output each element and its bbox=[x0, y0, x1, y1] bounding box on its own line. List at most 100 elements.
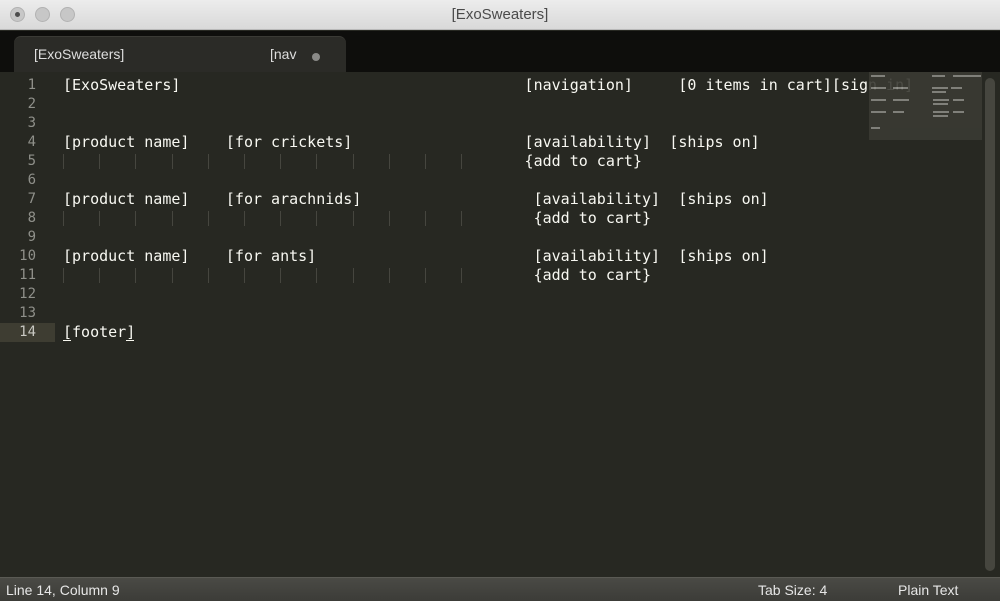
code-text[interactable]: [footer] bbox=[63, 323, 135, 342]
editor-area[interactable]: 1 2 3 4 5 6 7 8 9 10 11 12 13 14 [ExoSweaters] [naviga… bbox=[0, 72, 1000, 577]
minimap-line bbox=[933, 111, 949, 113]
indent-guide bbox=[207, 154, 209, 169]
vertical-scrollbar[interactable] bbox=[985, 78, 995, 573]
indent-guide bbox=[135, 154, 137, 169]
bracket-match-underline bbox=[126, 340, 135, 341]
code-text[interactable]: [ships on] bbox=[669, 133, 759, 152]
minimap-line bbox=[932, 75, 946, 77]
line-number: 9 bbox=[27, 229, 36, 245]
line-number: 8 bbox=[27, 210, 36, 226]
minimap-line bbox=[933, 103, 948, 105]
indent-guide bbox=[316, 211, 318, 226]
scrollbar-thumb[interactable] bbox=[985, 78, 995, 571]
line-number: 4 bbox=[27, 134, 36, 150]
indent-guide bbox=[352, 268, 354, 283]
indent-guide bbox=[171, 211, 173, 226]
cursor-position: Line 14, Column 9 bbox=[6, 582, 120, 598]
indent-guide bbox=[244, 268, 245, 283]
minimap-line bbox=[933, 115, 948, 117]
indent-guide bbox=[280, 211, 282, 226]
minimap-line bbox=[952, 99, 964, 101]
indent-guide bbox=[461, 211, 463, 226]
code-text[interactable]: [availability] bbox=[534, 247, 660, 266]
indent-guide bbox=[99, 154, 101, 169]
minimap-line bbox=[951, 87, 963, 89]
line-number: 7 bbox=[27, 191, 36, 207]
minimap-line bbox=[871, 127, 880, 129]
minimap-line bbox=[952, 111, 964, 113]
code-text[interactable]: [product name] bbox=[63, 247, 189, 266]
indent-guide bbox=[388, 268, 390, 283]
indent-guide bbox=[135, 211, 137, 226]
tab-label-secondary: [nav bbox=[270, 46, 297, 62]
window-title: [ExoSweaters] bbox=[451, 6, 549, 23]
code-text[interactable]: [navigation] bbox=[525, 76, 633, 95]
indent-guide bbox=[99, 268, 101, 283]
minimap-line bbox=[952, 75, 982, 77]
code-text[interactable]: {add to cart} bbox=[534, 266, 651, 285]
line-number: 14 bbox=[19, 324, 36, 340]
code-text[interactable]: [for crickets] bbox=[226, 133, 352, 152]
indent-guide bbox=[63, 268, 64, 283]
minimap-line bbox=[892, 87, 908, 89]
code-text[interactable]: {add to cart} bbox=[525, 152, 642, 171]
minimap-line bbox=[933, 99, 949, 101]
minimap-line bbox=[871, 75, 886, 77]
tab-size-indicator[interactable]: Tab Size: 4 bbox=[758, 582, 827, 598]
indent-guide bbox=[316, 268, 318, 283]
code-text[interactable]: [ExoSweaters] bbox=[63, 76, 180, 95]
code-text[interactable]: [for arachnids] bbox=[226, 190, 361, 209]
line-number: 5 bbox=[27, 153, 36, 169]
code-text[interactable]: [ships on] bbox=[678, 190, 768, 209]
indent-guide bbox=[63, 211, 64, 226]
line-number: 13 bbox=[19, 305, 36, 321]
line-number: 11 bbox=[19, 267, 36, 283]
indent-guide bbox=[244, 211, 245, 226]
code-text[interactable]: {add to cart} bbox=[534, 209, 651, 228]
line-number: 2 bbox=[27, 96, 36, 112]
indent-guide bbox=[207, 211, 209, 226]
indent-guide bbox=[388, 211, 390, 226]
code-text[interactable]: [product name] bbox=[63, 190, 189, 209]
indent-guide bbox=[280, 154, 282, 169]
indent-guide bbox=[425, 211, 426, 226]
code-text[interactable]: [product name] bbox=[63, 133, 189, 152]
indent-guide bbox=[352, 154, 354, 169]
indent-guide bbox=[171, 268, 173, 283]
tab-exosweaters[interactable]: [ExoSweaters] [nav bbox=[14, 36, 346, 72]
indent-guide bbox=[280, 268, 282, 283]
bracket-match-underline bbox=[63, 340, 71, 341]
line-number: 1 bbox=[27, 77, 36, 93]
minimap[interactable] bbox=[869, 72, 982, 140]
indent-guide bbox=[244, 154, 245, 169]
indent-guide bbox=[135, 268, 137, 283]
indent-guide bbox=[425, 154, 426, 169]
indent-guide bbox=[171, 154, 173, 169]
minimap-line bbox=[892, 99, 910, 101]
indent-guide bbox=[63, 154, 64, 169]
tab-label: [ExoSweaters] bbox=[34, 46, 125, 62]
syntax-indicator[interactable]: Plain Text bbox=[898, 582, 958, 598]
indent-guide bbox=[388, 154, 390, 169]
code-text[interactable]: [ships on] bbox=[678, 247, 768, 266]
indent-guide bbox=[425, 268, 426, 283]
indent-guide bbox=[461, 268, 463, 283]
window-titlebar: [ExoSweaters] bbox=[0, 0, 1000, 30]
code-text[interactable]: [for ants] bbox=[226, 247, 316, 266]
code-text[interactable]: [availability] bbox=[525, 133, 651, 152]
minimap-line bbox=[892, 111, 904, 113]
indent-guide bbox=[316, 154, 318, 169]
code-text[interactable]: [availability] bbox=[534, 190, 660, 209]
line-number: 3 bbox=[27, 115, 36, 131]
minimap-line bbox=[932, 91, 947, 93]
indent-guide bbox=[461, 154, 463, 169]
indent-guide bbox=[99, 211, 101, 226]
indent-guide bbox=[207, 268, 209, 283]
line-number: 6 bbox=[27, 172, 36, 188]
minimap-line bbox=[932, 87, 948, 89]
unsaved-dot-icon[interactable] bbox=[312, 53, 320, 61]
tab-bar: [ExoSweaters] [nav bbox=[0, 31, 1000, 72]
minimap-line bbox=[871, 111, 887, 113]
status-bar: Line 14, Column 9 Tab Size: 4 Plain Text bbox=[0, 577, 1000, 601]
indent-guide bbox=[352, 211, 354, 226]
